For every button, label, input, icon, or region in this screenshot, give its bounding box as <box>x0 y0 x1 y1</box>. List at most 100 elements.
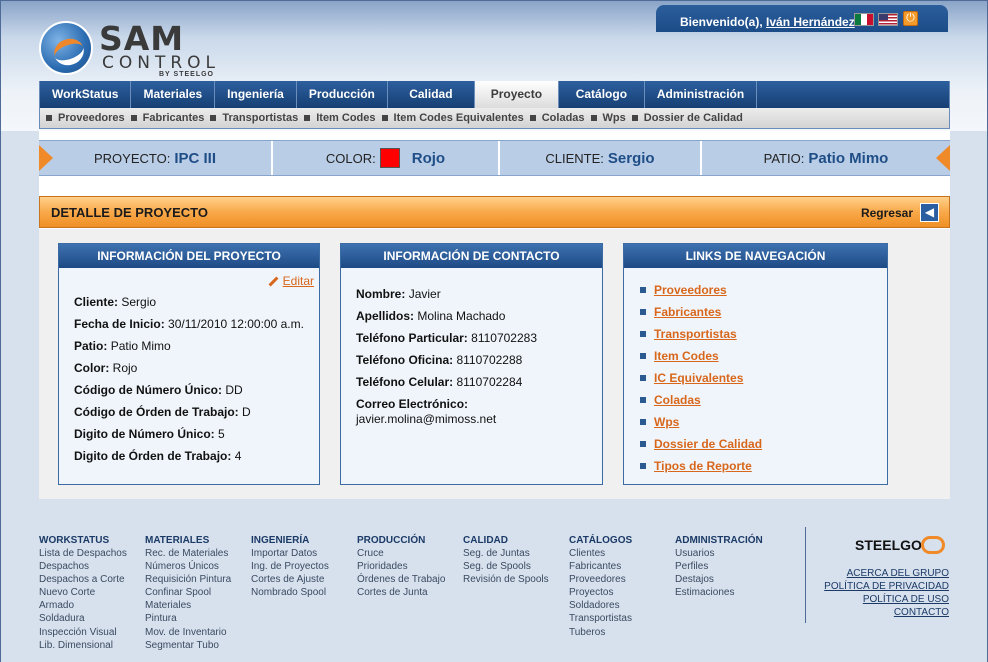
email-value: javier.molina@mimoss.net <box>356 412 497 426</box>
project-info-title: INFORMACIÓN DEL PROYECTO <box>59 244 319 268</box>
sam-control-logo[interactable]: SAM CONTROL BY STEELGO <box>39 19 219 81</box>
navlink-transportistas[interactable]: Transportistas <box>640 327 737 341</box>
detail-header: DETALLE DE PROYECTO Regresar ◀ <box>39 196 950 228</box>
project-info-bar: PROYECTO: IPC III COLOR: Rojo CLIENTE: Serg… <box>39 140 950 176</box>
contact-row: Nombre: Javier <box>356 287 441 301</box>
subnav-proveedores[interactable]: Proveedores <box>46 112 125 124</box>
tab-proyecto[interactable]: Proyecto <box>474 81 559 108</box>
user-name-link[interactable]: Iván Hernández <box>766 15 855 29</box>
footer-link[interactable]: Proyectos <box>569 586 632 599</box>
footer-link[interactable]: Destajos <box>675 573 763 586</box>
usa-flag-icon[interactable] <box>878 13 898 26</box>
footer-link[interactable]: Perfiles <box>675 560 763 573</box>
subnav-transportistas[interactable]: Transportistas <box>210 112 298 124</box>
footer-link[interactable]: Cortes de Junta <box>357 586 445 599</box>
subnav-fabricantes[interactable]: Fabricantes <box>130 112 204 124</box>
project-info-panel: INFORMACIÓN DEL PROYECTO Editar Cliente:… <box>58 243 320 485</box>
tab-materiales[interactable]: Materiales <box>131 81 216 108</box>
footer-link[interactable]: Soldadura <box>39 612 127 625</box>
info-row: Fecha de Inicio: 30/11/2010 12:00:00 a.m… <box>74 317 304 331</box>
footer-link[interactable]: Armado <box>39 599 127 612</box>
tab-produccion[interactable]: Producción <box>297 81 388 108</box>
power-icon[interactable]: ⏻ <box>903 11 918 26</box>
footer-link[interactable]: Cortes de Ajuste <box>251 573 329 586</box>
navlink-ic-equivalentes[interactable]: IC Equivalentes <box>640 371 743 385</box>
steelgo-logo[interactable]: STEELGO <box>855 537 922 553</box>
footer-link[interactable]: Requisición Pintura <box>145 573 231 586</box>
contact-info-panel: INFORMACIÓN DE CONTACTO Nombre: Javier A… <box>340 243 603 485</box>
subnav-item-codes-equivalentes[interactable]: Item Codes Equivalentes <box>381 112 524 124</box>
footer-link[interactable]: Usuarios <box>675 547 763 560</box>
footer-divider <box>805 527 806 623</box>
footer-link[interactable]: Proveedores <box>569 573 632 586</box>
logo-name: SAM <box>99 19 185 58</box>
footer-link-privacidad[interactable]: POLÍTICA DE PRIVACIDAD <box>824 581 949 592</box>
tab-administracion[interactable]: Administración <box>645 81 758 108</box>
footer-link[interactable]: Revisión de Spools <box>463 573 549 586</box>
footer-link[interactable]: Nombrado Spool <box>251 586 329 599</box>
back-arrow-icon[interactable]: ◀ <box>920 203 939 222</box>
tab-calidad[interactable]: Calidad <box>388 81 475 108</box>
footer-link[interactable]: Seg. de Spools <box>463 560 549 573</box>
info-row: Código de Número Único: DD <box>74 383 243 397</box>
footer: WORKSTATUS Lista de Despachos Despachos … <box>1 525 987 662</box>
footer-link[interactable]: Materiales <box>145 599 231 612</box>
footer-link[interactable]: Despachos a Corte <box>39 573 127 586</box>
footer-link[interactable]: Ing. de Proyectos <box>251 560 329 573</box>
contact-row: Teléfono Oficina: 8110702288 <box>356 353 523 367</box>
footer-link[interactable]: Inspección Visual <box>39 626 127 639</box>
footer-link[interactable]: Nuevo Corte <box>39 586 127 599</box>
footer-link-acerca[interactable]: ACERCA DEL GRUPO <box>847 568 949 579</box>
footer-link[interactable]: Mov. de Inventario <box>145 626 231 639</box>
footer-link[interactable]: Prioridades <box>357 560 445 573</box>
footer-link[interactable]: Clientes <box>569 547 632 560</box>
footer-link[interactable]: Rec. de Materiales <box>145 547 231 560</box>
footer-link[interactable]: Lista de Despachos <box>39 547 127 560</box>
footer-link[interactable]: Transportistas <box>569 612 632 625</box>
footer-link[interactable]: Confinar Spool <box>145 586 231 599</box>
tab-workstatus[interactable]: WorkStatus <box>40 81 132 108</box>
footer-link[interactable]: Estimaciones <box>675 586 763 599</box>
footer-link-contacto[interactable]: CONTACTO <box>894 607 949 618</box>
footer-link[interactable]: Importar Datos <box>251 547 329 560</box>
color-label: COLOR: <box>325 150 376 166</box>
info-row: Color: Rojo <box>74 361 138 375</box>
navlink-item-codes[interactable]: Item Codes <box>640 349 719 363</box>
footer-link[interactable]: Lib. Dimensional <box>39 639 127 652</box>
subnav-wps[interactable]: Wps <box>590 112 626 124</box>
subnav-coladas[interactable]: Coladas <box>529 112 585 124</box>
footer-link[interactable]: Despachos <box>39 560 127 573</box>
page-body: PROYECTO: IPC III COLOR: Rojo CLIENTE: Serg… <box>39 131 950 499</box>
navlink-wps[interactable]: Wps <box>640 415 679 429</box>
footer-link[interactable]: Pintura <box>145 612 231 625</box>
footer-link[interactable]: Órdenes de Trabajo <box>357 573 445 586</box>
nav-links-title: LINKS DE NAVEGACIÓN <box>624 244 887 268</box>
navlink-coladas[interactable]: Coladas <box>640 393 701 407</box>
sub-nav: Proveedores Fabricantes Transportistas I… <box>40 108 949 128</box>
info-cliente: CLIENTE: Sergio <box>500 141 702 175</box>
footer-link[interactable]: Soldadores <box>569 599 632 612</box>
navlink-tipos-de-reporte[interactable]: Tipos de Reporte <box>640 459 752 473</box>
footer-link[interactable]: Seg. de Juntas <box>463 547 549 560</box>
footer-link[interactable]: Segmentar Tubo <box>145 639 231 652</box>
contact-row: Apellidos: Molina Machado <box>356 309 506 323</box>
footer-link[interactable]: Números Únicos <box>145 560 231 573</box>
footer-link[interactable]: Fabricantes <box>569 560 632 573</box>
info-proyecto: PROYECTO: IPC III <box>39 141 273 175</box>
email-label: Correo Electrónico: <box>356 397 469 411</box>
tab-catalogo[interactable]: Catálogo <box>559 81 645 108</box>
navlink-proveedores[interactable]: Proveedores <box>640 283 727 297</box>
contact-info-title: INFORMACIÓN DE CONTACTO <box>341 244 602 268</box>
subnav-item-codes[interactable]: Item Codes <box>304 112 376 124</box>
tab-ingenieria[interactable]: Ingeniería <box>215 81 297 108</box>
edit-link[interactable]: Editar <box>268 274 314 288</box>
pencil-icon <box>268 276 279 287</box>
navlink-fabricantes[interactable]: Fabricantes <box>640 305 721 319</box>
back-link[interactable]: Regresar <box>861 206 913 220</box>
footer-link[interactable]: Tuberos <box>569 626 632 639</box>
mexico-flag-icon[interactable] <box>854 13 874 26</box>
navlink-dossier-de-calidad[interactable]: Dossier de Calidad <box>640 437 762 451</box>
subnav-dossier-de-calidad[interactable]: Dossier de Calidad <box>631 112 743 124</box>
footer-link-uso[interactable]: POLÍTICA DE USO <box>863 594 949 605</box>
footer-link[interactable]: Cruce <box>357 547 445 560</box>
